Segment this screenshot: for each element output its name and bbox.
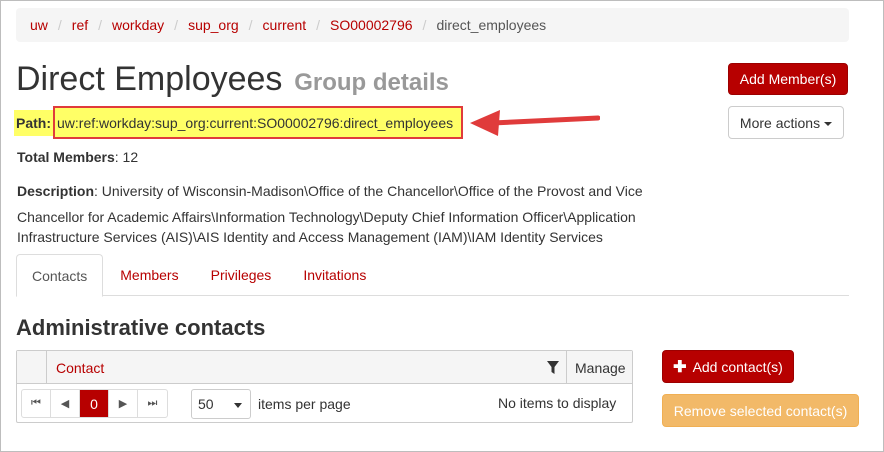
breadcrumb-separator: / bbox=[98, 17, 103, 33]
path-label: Path: bbox=[14, 109, 54, 136]
description-line3: Infrastructure Services (AIS)\AIS Identi… bbox=[17, 229, 603, 245]
last-page-icon[interactable]: ⏭ bbox=[138, 390, 167, 417]
section-title: Administrative contacts bbox=[16, 315, 266, 340]
contact-column-header[interactable]: Contact bbox=[56, 360, 104, 376]
tab-members[interactable]: Members bbox=[105, 254, 193, 296]
breadcrumb-separator: / bbox=[248, 17, 253, 33]
more-actions-button[interactable]: More actions bbox=[728, 106, 844, 139]
manage-column-header: Manage bbox=[566, 351, 632, 383]
breadcrumb-workday[interactable]: workday bbox=[112, 17, 164, 33]
breadcrumb-separator: / bbox=[57, 17, 62, 33]
prev-page-icon[interactable]: ◀ bbox=[51, 390, 80, 417]
path-value: uw:ref:workday:sup_org:current:SO0000279… bbox=[53, 106, 464, 139]
add-member-button[interactable]: Add Member(s) bbox=[728, 63, 848, 95]
breadcrumb-so00002796[interactable]: SO00002796 bbox=[330, 17, 413, 33]
items-per-page-label: items per page bbox=[258, 396, 351, 412]
breadcrumb-sup-org[interactable]: sup_org bbox=[188, 17, 239, 33]
contacts-grid: Contact Manage ⏮ ◀ 0 ▶ ⏭ 50 items per pa… bbox=[16, 350, 633, 423]
page-title: Direct Employees Group details bbox=[16, 60, 449, 99]
breadcrumb: uw / ref / workday / sup_org / current /… bbox=[16, 8, 849, 42]
breadcrumb-active: direct_employees bbox=[436, 17, 547, 33]
description-line2: Chancellor for Academic Affairs\Informat… bbox=[17, 209, 636, 225]
tab-contacts[interactable]: Contacts bbox=[16, 254, 104, 297]
total-members-label: Total Members bbox=[17, 149, 115, 165]
select-column-header[interactable] bbox=[17, 351, 47, 383]
grid-header: Contact Manage bbox=[17, 351, 632, 384]
items-per-page-select[interactable]: 50 bbox=[191, 389, 251, 419]
items-per-page-value: 50 bbox=[198, 396, 214, 412]
description-line1: Description: University of Wisconsin-Mad… bbox=[17, 183, 643, 199]
tab-invitations[interactable]: Invitations bbox=[288, 254, 381, 296]
remove-selected-contacts-button[interactable]: Remove selected contact(s) bbox=[662, 394, 859, 427]
description: Description: University of Wisconsin-Mad… bbox=[17, 181, 657, 247]
first-page-icon[interactable]: ⏮ bbox=[22, 390, 51, 417]
description-label: Description bbox=[17, 183, 95, 199]
plus-icon: ✚ bbox=[673, 358, 687, 376]
add-contact-label: Add contact(s) bbox=[692, 358, 783, 375]
chevron-down-icon bbox=[234, 403, 242, 408]
page-title-subtitle: Group details bbox=[294, 69, 449, 96]
filter-icon[interactable] bbox=[547, 361, 559, 374]
pager: ⏮ ◀ 0 ▶ ⏭ bbox=[21, 389, 168, 418]
breadcrumb-current[interactable]: current bbox=[263, 17, 307, 33]
add-contact-button[interactable]: ✚ Add contact(s) bbox=[662, 350, 794, 383]
breadcrumb-ref[interactable]: ref bbox=[72, 17, 88, 33]
path-row: Path: uw:ref:workday:sup_org:current:SO0… bbox=[14, 106, 464, 139]
caret-down-icon bbox=[824, 121, 833, 126]
current-page-button[interactable]: 0 bbox=[80, 390, 109, 417]
tab-privileges[interactable]: Privileges bbox=[196, 254, 287, 296]
annotation-arrow-icon bbox=[470, 110, 600, 136]
breadcrumb-separator: / bbox=[422, 17, 427, 33]
empty-message: No items to display bbox=[498, 395, 617, 411]
next-page-icon[interactable]: ▶ bbox=[109, 390, 138, 417]
page-title-main: Direct Employees bbox=[16, 60, 283, 98]
breadcrumb-separator: / bbox=[316, 17, 321, 33]
total-members: Total Members: 12 bbox=[17, 149, 139, 165]
breadcrumb-separator: / bbox=[174, 17, 179, 33]
more-actions-label: More actions bbox=[739, 114, 821, 131]
breadcrumb-uw[interactable]: uw bbox=[30, 17, 48, 33]
tab-bar: Contacts Members Privileges Invitations bbox=[16, 254, 849, 297]
total-members-value: 12 bbox=[122, 149, 139, 165]
